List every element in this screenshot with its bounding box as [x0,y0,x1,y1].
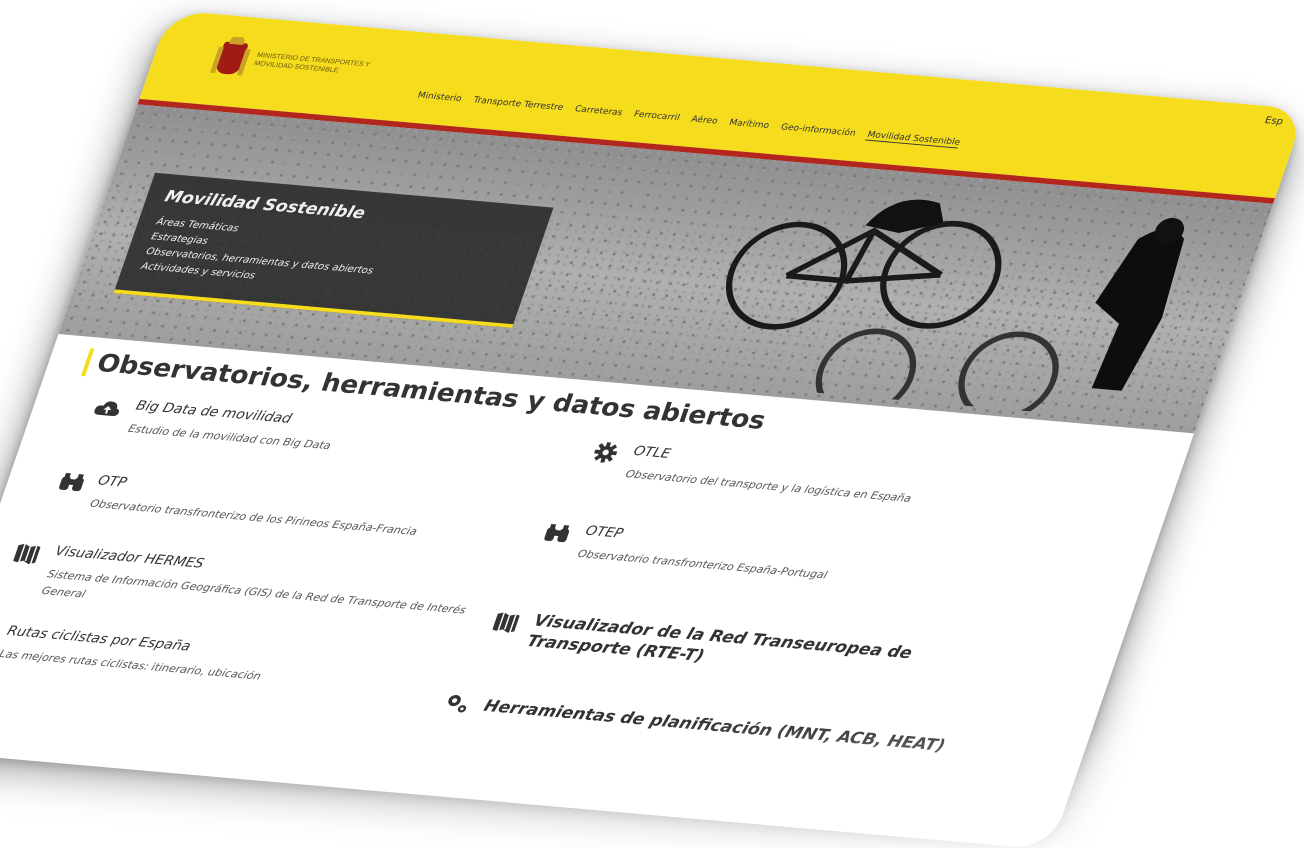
nav-item-aereo[interactable]: Aéreo [689,115,719,127]
list-item-otp[interactable]: OTP Observatorio transfronterizo de los … [87,473,499,547]
list-item-hermes[interactable]: Visualizador HERMES Sistema de Informaci… [39,544,477,636]
list-item-otep[interactable]: OTEP Observatorio transfronterizo España… [575,523,1037,601]
nav-item-movilidad-sostenible[interactable]: Movilidad Sostenible [865,130,962,149]
gear-icon [589,441,622,464]
ministry-name: MINISTERIO DE TRANSPORTES Y MOVILIDAD SO… [253,52,371,75]
nav-item-ferrocarril[interactable]: Ferrocarril [632,110,680,124]
binoculars-icon [56,471,89,494]
gears-icon [441,692,474,715]
hero-menu-box: Movilidad Sostenible Áreas Temáticas Est… [113,172,554,328]
map-icon [11,542,44,565]
nav-item-carreteras[interactable]: Carreteras [573,105,623,119]
cloud-upload-icon [91,398,124,421]
screenshot-stage: MINISTERIO DE TRANSPORTES Y MOVILIDAD SO… [0,0,1304,848]
binoculars-icon [541,522,574,545]
list-item-rutas-ciclistas[interactable]: Rutas ciclistas por España Las mejores r… [0,623,438,699]
map-icon [490,611,523,634]
item-title[interactable]: Visualizador de la Red Transeuropea de T… [524,611,996,692]
ministry-logo[interactable]: MINISTERIO DE TRANSPORTES Y MOVILIDAD SO… [209,36,382,91]
item-title[interactable]: Herramientas de planificación (MNT, ACB,… [481,696,956,757]
nav-item-maritimo[interactable]: Marítimo [727,118,771,132]
list-item-rte-t[interactable]: Visualizador de la Red Transeuropea de T… [524,611,996,692]
coat-of-arms-icon [209,36,255,80]
language-switch[interactable]: Esp [1263,115,1284,127]
list-item-otle[interactable]: OTLE Observatorio del transporte y la lo… [623,444,1065,520]
tilted-webpage-card: MINISTERIO DE TRANSPORTES Y MOVILIDAD SO… [0,10,1304,848]
cyclists-photo [725,199,1185,421]
nav-item-transporte-terrestre[interactable]: Transporte Terrestre [471,96,565,114]
nav-item-ministerio[interactable]: Ministerio [416,91,463,105]
list-item-herramientas[interactable]: Herramientas de planificación (MNT, ACB,… [481,696,956,757]
nav-item-geoinformacion[interactable]: Geo-información [779,123,857,140]
